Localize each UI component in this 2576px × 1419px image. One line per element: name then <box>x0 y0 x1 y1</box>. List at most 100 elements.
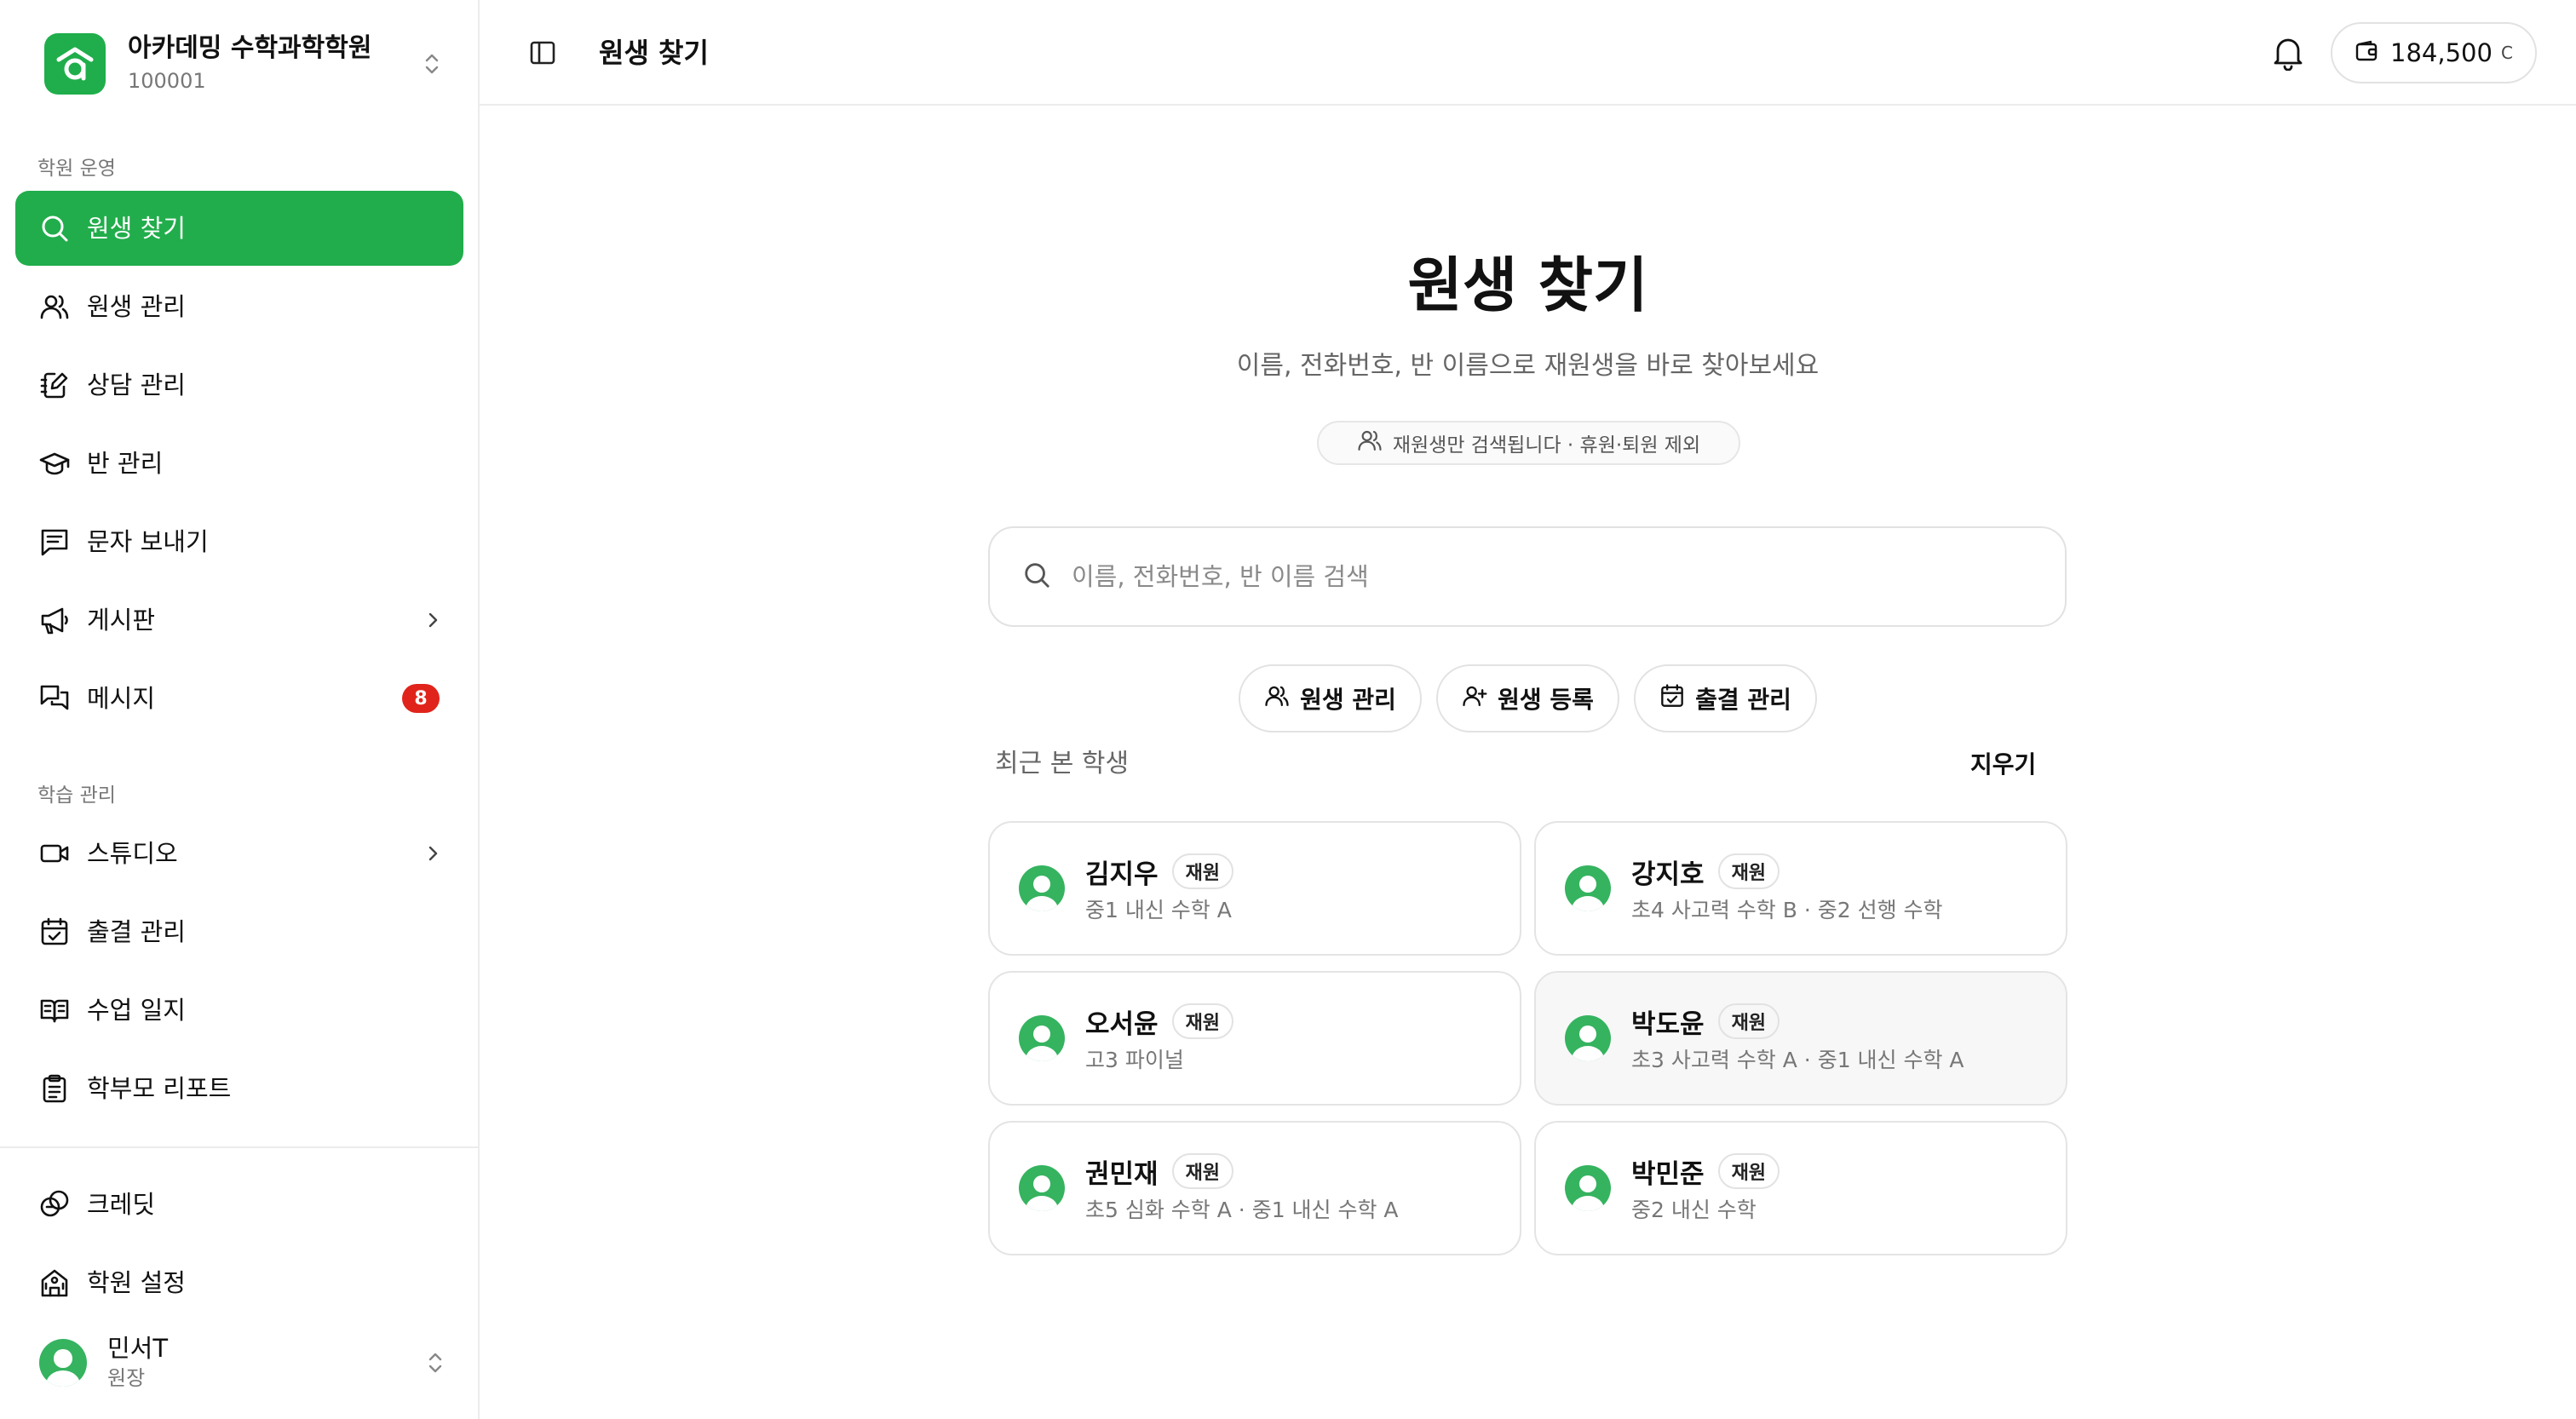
status-badge: 재원 <box>1717 1153 1780 1189</box>
student-name: 박도윤 <box>1631 1008 1705 1040</box>
users-icon <box>1357 428 1383 458</box>
message-square-text-icon <box>37 525 72 559</box>
recent-student-card[interactable]: 강지호 재원 초4 사고력 수학 B · 중2 선행 수학 <box>1534 821 2067 956</box>
student-name: 강지호 <box>1631 859 1705 890</box>
sidebar-item-label: 원생 찾기 <box>87 214 186 243</box>
calendar-check-icon <box>37 915 72 949</box>
status-badge: 재원 <box>1171 1003 1234 1039</box>
sidebar-item-attendance[interactable]: 출결 관리 <box>15 894 463 969</box>
student-classes: 고3 파이널 <box>1085 1048 1184 1072</box>
student-classes: 중1 내신 수학 A <box>1085 898 1232 922</box>
quick-action-label: 원생 관리 <box>1300 686 1396 714</box>
credit-unit: C <box>2500 43 2513 63</box>
notifications-button[interactable] <box>2268 32 2309 73</box>
sidebar-item-academy-settings[interactable]: 학원 설정 <box>15 1245 463 1320</box>
quick-action-label: 원생 등록 <box>1498 686 1594 714</box>
sidebar-item-messages[interactable]: 메시지 8 <box>15 661 463 736</box>
status-badge: 재원 <box>1171 853 1234 889</box>
quick-attendance-button[interactable]: 출결 관리 <box>1634 664 1817 732</box>
student-search-input[interactable] <box>1072 562 2065 591</box>
credit-balance-button[interactable]: 184,500 C <box>2331 22 2537 83</box>
users-icon <box>37 290 72 324</box>
sidebar-item-label: 메시지 <box>87 684 156 713</box>
sidebar-item-label: 게시판 <box>87 606 156 635</box>
student-classes: 초5 심화 수학 A · 중1 내신 수학 A <box>1085 1198 1399 1222</box>
video-icon <box>37 836 72 870</box>
recent-students-label: 최근 본 학생 <box>995 749 1130 778</box>
clear-recent-button[interactable]: 지우기 <box>1970 748 2036 782</box>
section-label-operations: 학원 운영 <box>37 158 116 180</box>
status-badge: 재원 <box>1171 1153 1234 1189</box>
student-name: 권민재 <box>1085 1158 1159 1190</box>
recent-student-card[interactable]: 박도윤 재원 초3 사고력 수학 A · 중1 내신 수학 A <box>1534 971 2067 1106</box>
recent-student-card[interactable]: 권민재 재원 초5 심화 수학 A · 중1 내신 수학 A <box>988 1121 1521 1255</box>
sidebar-item-send-sms[interactable]: 문자 보내기 <box>15 504 463 579</box>
book-open-icon <box>37 993 72 1027</box>
wallet-icon <box>2355 39 2378 66</box>
sidebar-item-label: 학부모 리포트 <box>87 1074 232 1103</box>
sidebar-item-parent-report[interactable]: 학부모 리포트 <box>15 1051 463 1126</box>
notebook-pen-icon <box>37 368 72 402</box>
messages-icon <box>37 681 72 715</box>
sidebar-item-find-student[interactable]: 원생 찾기 <box>15 191 463 266</box>
recent-student-card[interactable]: 오서윤 재원 고3 파이널 <box>988 971 1521 1106</box>
sidebar-item-credits[interactable]: 크레딧 <box>15 1167 463 1242</box>
sidebar-item-studio[interactable]: 스튜디오 <box>15 816 463 891</box>
status-badge: 재원 <box>1717 1003 1780 1039</box>
sidebar-item-counseling[interactable]: 상담 관리 <box>15 348 463 422</box>
academy-code: 100001 <box>128 69 206 93</box>
hero-title: 원생 찾기 <box>1407 250 1648 320</box>
graduation-cap-icon <box>37 446 72 480</box>
unread-count-badge: 8 <box>402 684 440 713</box>
student-classes: 초3 사고력 수학 A · 중1 내신 수학 A <box>1631 1048 1964 1072</box>
quick-register-student-button[interactable]: 원생 등록 <box>1436 664 1619 732</box>
avatar <box>1565 1165 1611 1211</box>
chevrons-up-down-icon <box>423 1346 448 1380</box>
user-plus-icon <box>1462 683 1487 715</box>
sidebar-item-label: 크레딧 <box>87 1190 156 1219</box>
avatar <box>1019 1165 1065 1211</box>
chevrons-up-down-icon <box>419 47 445 81</box>
recent-student-card[interactable]: 박민준 재원 중2 내신 수학 <box>1534 1121 2067 1255</box>
academy-logo-icon <box>44 33 106 95</box>
quick-student-management-button[interactable]: 원생 관리 <box>1239 664 1422 732</box>
search-icon <box>37 211 72 245</box>
sidebar-item-board[interactable]: 게시판 <box>15 583 463 658</box>
clipboard-list-icon <box>37 1071 72 1106</box>
users-icon <box>1264 683 1290 715</box>
sidebar-item-label: 학원 설정 <box>87 1268 186 1297</box>
sidebar-item-label: 반 관리 <box>87 449 164 478</box>
calendar-check-icon <box>1659 683 1685 715</box>
sidebar-toggle-button[interactable] <box>524 34 561 72</box>
sidebar-item-class-management[interactable]: 반 관리 <box>15 426 463 501</box>
sidebar-item-student-management[interactable]: 원생 관리 <box>15 269 463 344</box>
chevron-right-icon <box>416 836 450 870</box>
building-icon <box>37 1266 72 1300</box>
sidebar-item-label: 문자 보내기 <box>87 527 209 556</box>
student-classes: 중2 내신 수학 <box>1631 1198 1757 1222</box>
avatar <box>39 1339 87 1387</box>
user-menu[interactable]: 민서T 원장 <box>39 1329 448 1397</box>
student-classes: 초4 사고력 수학 B · 중2 선행 수학 <box>1631 898 1943 922</box>
search-icon <box>1022 560 1051 593</box>
search-field[interactable] <box>988 526 2067 627</box>
avatar <box>1019 1015 1065 1061</box>
topbar: 원생 찾기 184,500 C <box>480 0 2576 106</box>
student-name: 박민준 <box>1631 1158 1705 1190</box>
student-name: 김지우 <box>1085 859 1159 890</box>
hero-subtitle: 이름, 전화번호, 반 이름으로 재원생을 바로 찾아보세요 <box>1236 351 1820 381</box>
recent-student-card[interactable]: 김지우 재원 중1 내신 수학 A <box>988 821 1521 956</box>
sidebar-item-label: 원생 관리 <box>87 292 186 321</box>
bell-icon <box>2274 38 2303 71</box>
sidebar-item-class-log[interactable]: 수업 일지 <box>15 973 463 1048</box>
avatar <box>1019 865 1065 911</box>
notice-text: 재원생만 검색됩니다 · 휴원·퇴원 제외 <box>1392 434 1701 457</box>
user-name: 민서T <box>107 1334 169 1363</box>
credit-balance: 184,500 <box>2390 38 2493 67</box>
avatar <box>1565 1015 1611 1061</box>
sidebar-item-label: 출결 관리 <box>87 917 186 946</box>
page-title: 원생 찾기 <box>599 37 709 69</box>
sidebar-item-label: 상담 관리 <box>87 371 186 399</box>
academy-switcher[interactable]: 아카데밍 수학과학학원 100001 <box>44 32 445 95</box>
search-scope-notice: 재원생만 검색됩니다 · 휴원·퇴원 제외 <box>1317 421 1740 465</box>
